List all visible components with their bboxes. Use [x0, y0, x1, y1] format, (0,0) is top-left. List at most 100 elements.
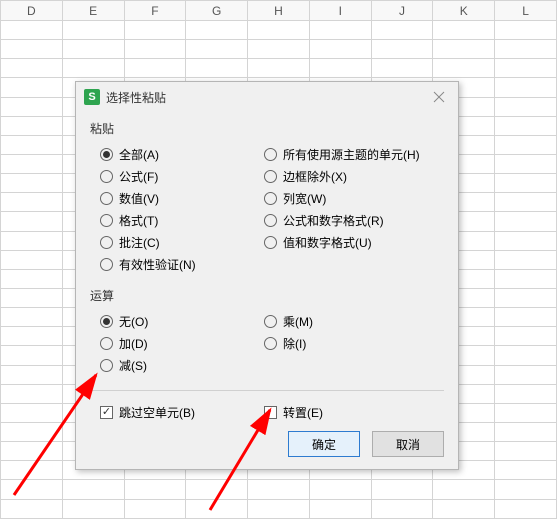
cell[interactable] — [495, 193, 557, 212]
column-header[interactable]: K — [433, 1, 495, 21]
radio-formats[interactable]: 格式(T) — [100, 209, 264, 231]
cell[interactable] — [433, 40, 495, 59]
cell[interactable] — [495, 40, 557, 59]
cell[interactable] — [433, 59, 495, 78]
cell[interactable] — [1, 59, 63, 78]
radio-none[interactable]: 无(O) — [100, 310, 264, 332]
cell[interactable] — [495, 154, 557, 173]
cell[interactable] — [495, 269, 557, 288]
cell[interactable] — [1, 135, 63, 154]
cell[interactable] — [309, 480, 371, 499]
cell[interactable] — [1, 154, 63, 173]
cell[interactable] — [371, 59, 433, 78]
cell[interactable] — [1, 78, 63, 97]
cell[interactable] — [495, 308, 557, 327]
cell[interactable] — [1, 288, 63, 307]
cell[interactable] — [495, 365, 557, 384]
cell[interactable] — [495, 480, 557, 499]
cell[interactable] — [1, 21, 63, 40]
cell[interactable] — [124, 40, 186, 59]
cell[interactable] — [1, 365, 63, 384]
cell[interactable] — [495, 97, 557, 116]
column-header[interactable]: D — [1, 1, 63, 21]
cell[interactable] — [124, 59, 186, 78]
cell[interactable] — [495, 327, 557, 346]
cell[interactable] — [495, 174, 557, 193]
radio-formulas[interactable]: 公式(F) — [100, 165, 264, 187]
cell[interactable] — [62, 499, 124, 518]
cell[interactable] — [433, 499, 495, 518]
cell[interactable] — [248, 21, 310, 40]
column-header[interactable]: E — [62, 1, 124, 21]
radio-multiply[interactable]: 乘(M) — [264, 310, 444, 332]
cell[interactable] — [495, 442, 557, 461]
cell[interactable] — [62, 21, 124, 40]
cell[interactable] — [1, 384, 63, 403]
cell[interactable] — [309, 40, 371, 59]
cell[interactable] — [495, 461, 557, 480]
column-header[interactable]: G — [186, 1, 248, 21]
dialog-titlebar[interactable]: S 选择性粘贴 — [76, 82, 458, 112]
cell[interactable] — [186, 480, 248, 499]
column-header[interactable]: J — [371, 1, 433, 21]
cell[interactable] — [186, 40, 248, 59]
cell[interactable] — [1, 308, 63, 327]
radio-divide[interactable]: 除(I) — [264, 332, 444, 354]
cell[interactable] — [1, 174, 63, 193]
radio-subtract[interactable]: 减(S) — [100, 354, 264, 376]
cell[interactable] — [495, 231, 557, 250]
cell[interactable] — [495, 346, 557, 365]
cell[interactable] — [62, 40, 124, 59]
radio-theme[interactable]: 所有使用源主题的单元(H) — [264, 143, 444, 165]
cell[interactable] — [495, 250, 557, 269]
cell[interactable] — [248, 40, 310, 59]
radio-values[interactable]: 数值(V) — [100, 187, 264, 209]
cell[interactable] — [1, 422, 63, 441]
cell[interactable] — [1, 403, 63, 422]
cell[interactable] — [248, 480, 310, 499]
radio-column-widths[interactable]: 列宽(W) — [264, 187, 444, 209]
cell[interactable] — [495, 135, 557, 154]
cell[interactable] — [1, 461, 63, 480]
ok-button[interactable]: 确定 — [288, 431, 360, 457]
cell[interactable] — [1, 231, 63, 250]
checkbox-transpose[interactable]: 转置(E) — [264, 401, 444, 423]
cell[interactable] — [495, 116, 557, 135]
cell[interactable] — [433, 21, 495, 40]
radio-all[interactable]: 全部(A) — [100, 143, 264, 165]
cell[interactable] — [495, 59, 557, 78]
cell[interactable] — [495, 288, 557, 307]
cell[interactable] — [495, 212, 557, 231]
cell[interactable] — [495, 78, 557, 97]
cell[interactable] — [309, 21, 371, 40]
cell[interactable] — [1, 442, 63, 461]
cell[interactable] — [1, 480, 63, 499]
cell[interactable] — [1, 97, 63, 116]
cell[interactable] — [124, 499, 186, 518]
radio-add[interactable]: 加(D) — [100, 332, 264, 354]
cell[interactable] — [495, 384, 557, 403]
radio-comments[interactable]: 批注(C) — [100, 231, 264, 253]
cell[interactable] — [124, 21, 186, 40]
cell[interactable] — [248, 499, 310, 518]
cell[interactable] — [62, 59, 124, 78]
column-header[interactable]: L — [495, 1, 557, 21]
cell[interactable] — [309, 499, 371, 518]
column-header[interactable]: I — [309, 1, 371, 21]
cell[interactable] — [1, 40, 63, 59]
cancel-button[interactable]: 取消 — [372, 431, 444, 457]
checkbox-skip-blanks[interactable]: 跳过空单元(B) — [100, 401, 264, 423]
cell[interactable] — [124, 480, 186, 499]
cell[interactable] — [433, 480, 495, 499]
cell[interactable] — [495, 403, 557, 422]
cell[interactable] — [1, 116, 63, 135]
cell[interactable] — [1, 212, 63, 231]
cell[interactable] — [1, 193, 63, 212]
cell[interactable] — [495, 422, 557, 441]
cell[interactable] — [495, 499, 557, 518]
radio-formula-number-formats[interactable]: 公式和数字格式(R) — [264, 209, 444, 231]
radio-borders-except[interactable]: 边框除外(X) — [264, 165, 444, 187]
cell[interactable] — [371, 40, 433, 59]
cell[interactable] — [62, 480, 124, 499]
cell[interactable] — [186, 59, 248, 78]
